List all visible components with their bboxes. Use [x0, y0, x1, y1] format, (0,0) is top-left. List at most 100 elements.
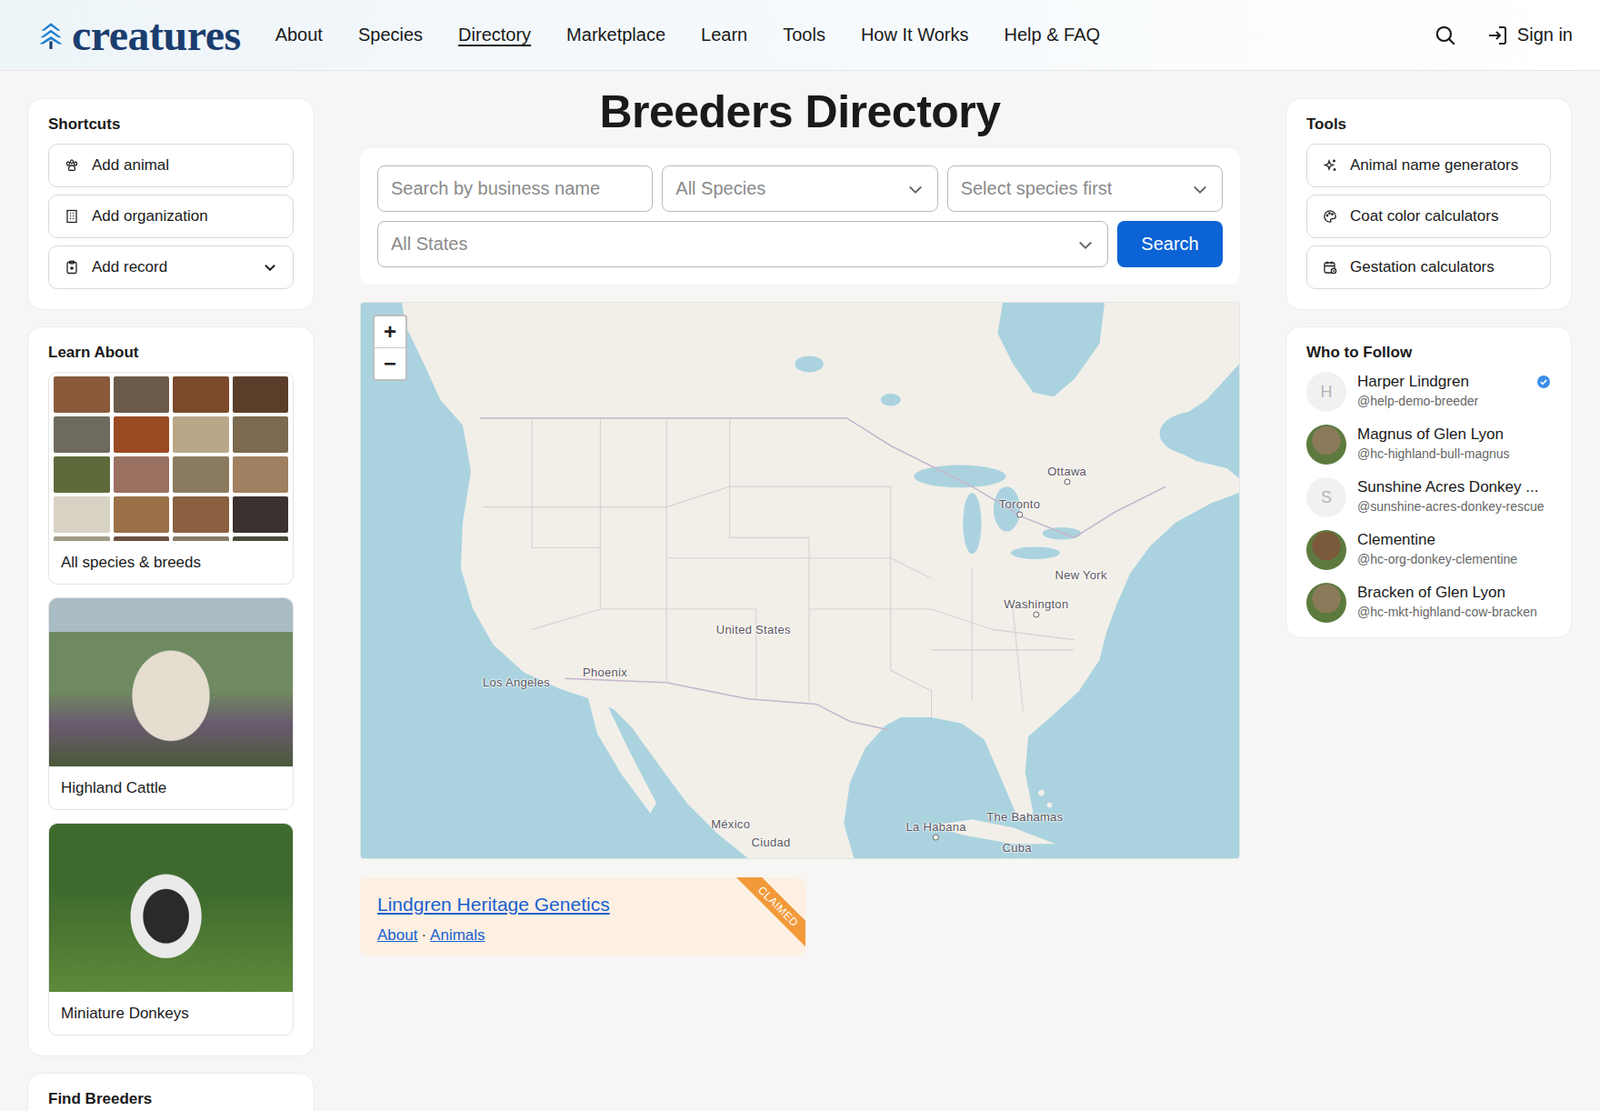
learn-card[interactable]: Highland Cattle: [48, 597, 294, 810]
person-name: Harper Lindgren: [1357, 371, 1526, 392]
breed-select[interactable]: Select species first: [947, 165, 1223, 212]
left-sidebar: Shortcuts Add animal Add organization Ad…: [27, 98, 315, 1111]
map-place-label: The Bahamas: [986, 810, 1063, 824]
follow-suggestion[interactable]: S Sunshine Acres Donkey ... @sunshine-ac…: [1306, 477, 1551, 518]
species-value: All Species: [675, 178, 766, 200]
place-name: México: [710, 817, 750, 831]
sign-in-button[interactable]: Sign in: [1486, 24, 1573, 47]
state-value: All States: [390, 233, 468, 255]
follow-suggestion[interactable]: H Harper Lindgren @help-demo-breeder: [1306, 371, 1551, 412]
state-select[interactable]: All States: [377, 220, 1109, 268]
place-name: Ciudad: [751, 834, 791, 849]
shortcut-button[interactable]: Add record: [48, 245, 294, 290]
logo-text: creatures: [71, 13, 241, 58]
sparkle-icon: [1322, 158, 1338, 173]
avatar-initial: H: [1306, 371, 1347, 412]
tool-button[interactable]: Gestation calculators: [1306, 245, 1551, 290]
shortcuts-title: Shortcuts: [48, 115, 294, 134]
collage-tile: [232, 376, 290, 413]
find-breeders-card: Find Breeders: [27, 1072, 315, 1111]
city-marker-icon: [1032, 610, 1040, 618]
directory-main: Breeders Directory Search by business na…: [360, 98, 1240, 956]
person-handle: @hc-org-donkey-clementine: [1357, 550, 1551, 569]
map-place-label: Los Angeles: [482, 674, 550, 689]
result-link[interactable]: About: [377, 926, 418, 945]
nav-item[interactable]: How It Works: [860, 24, 970, 46]
nav-item[interactable]: Tools: [782, 24, 826, 46]
map[interactable]: Ottawa Toronto New York Washington Unite…: [360, 301, 1240, 860]
place-name: Toronto: [999, 496, 1040, 510]
search-icon[interactable]: [1433, 23, 1458, 48]
collage-tile: [172, 496, 230, 533]
tool-label: Coat color calculators: [1350, 207, 1499, 226]
building-icon: [64, 209, 80, 224]
breeder-name-link[interactable]: Lindgren Heritage Genetics: [377, 893, 610, 915]
city-marker-icon: [932, 833, 940, 840]
shortcut-label: Add organization: [91, 207, 209, 226]
follow-suggestion[interactable]: Magnus of Glen Lyon @hc-highland-bull-ma…: [1306, 424, 1551, 465]
collage-tile: [113, 416, 170, 453]
person-handle: @hc-highland-bull-magnus: [1357, 444, 1551, 463]
map-place-label: Cuba: [1001, 840, 1031, 854]
person-name: Bracken of Glen Lyon: [1357, 582, 1551, 603]
map-place-label: Toronto: [999, 496, 1040, 518]
page-title: Breeders Directory: [360, 83, 1240, 140]
breeder-result-card: Lindgren Heritage Genetics About· Animal…: [360, 877, 806, 956]
shortcut-button[interactable]: Add organization: [48, 194, 294, 239]
learn-about-title: Learn About: [48, 343, 294, 362]
person-handle: @sunshine-acres-donkey-rescue: [1357, 497, 1551, 516]
who-to-follow-card: Who to Follow H Harper Lindgren @help-de…: [1285, 326, 1572, 639]
business-search-input[interactable]: Search by business name: [377, 165, 653, 212]
learn-card-label: Miniature Donkeys: [49, 991, 293, 1035]
nav-item[interactable]: Marketplace: [566, 24, 666, 46]
map-place-label: México: [710, 817, 750, 831]
place-name: Ottawa: [1047, 463, 1087, 478]
cattle-photo: [49, 598, 293, 767]
collage-tile: [172, 416, 230, 453]
map-place-label: La Habana: [906, 819, 967, 840]
collage-tile: [53, 416, 110, 453]
sign-in-icon: [1486, 24, 1509, 47]
species-select[interactable]: All Species: [661, 165, 938, 212]
collage-tile: [172, 536, 230, 541]
nav-item[interactable]: About: [275, 24, 323, 46]
learn-about-card: Learn About All species & breeds Highlan…: [27, 326, 315, 1057]
nav-item[interactable]: Species: [358, 24, 423, 46]
collage-tile: [232, 536, 290, 541]
zoom-in-button[interactable]: +: [374, 316, 406, 348]
tool-button[interactable]: Animal name generators: [1306, 143, 1551, 188]
search-placeholder: Search by business name: [390, 178, 600, 200]
verified-badge-icon: [1536, 374, 1551, 390]
result-link[interactable]: Animals: [430, 926, 485, 945]
nav-item[interactable]: Directory: [458, 24, 531, 46]
search-button[interactable]: Search: [1117, 220, 1223, 268]
avatar-photo: [1306, 582, 1347, 623]
shortcut-label: Add record: [91, 258, 168, 277]
shortcut-button[interactable]: Add animal: [48, 143, 294, 188]
place-name: Cuba: [1001, 840, 1031, 854]
follow-suggestion[interactable]: Bracken of Glen Lyon @hc-mkt-highland-co…: [1306, 582, 1551, 623]
collage-tile: [172, 376, 230, 413]
logo[interactable]: creatures: [35, 13, 241, 58]
follow-suggestion[interactable]: Clementine @hc-org-donkey-clementine: [1306, 530, 1551, 570]
learn-card-label: All species & breeds: [49, 540, 293, 584]
species-collage-image: [49, 372, 293, 541]
place-name: Phoenix: [582, 665, 628, 680]
nav-item[interactable]: Learn: [700, 24, 748, 46]
learn-card[interactable]: All species & breeds: [48, 371, 294, 585]
place-name: Washington: [1003, 596, 1069, 610]
chevron-down-icon: [906, 180, 925, 199]
person-name: Sunshine Acres Donkey ...: [1357, 477, 1551, 498]
tool-button[interactable]: Coat color calculators: [1306, 194, 1551, 239]
zoom-out-button[interactable]: −: [374, 347, 406, 380]
learn-card[interactable]: Miniature Donkeys: [48, 822, 294, 1036]
map-base: [360, 302, 1240, 859]
collage-tile: [53, 536, 110, 541]
tool-label: Animal name generators: [1350, 156, 1519, 175]
chevron-down-icon: [1076, 235, 1095, 254]
map-place-label: Phoenix: [582, 665, 628, 680]
header: creatures About Species Directory Marketpla…: [0, 0, 1600, 71]
collage-tile: [172, 456, 230, 493]
nav-item[interactable]: Help & FAQ: [1003, 24, 1100, 46]
collage-tile: [232, 416, 290, 453]
